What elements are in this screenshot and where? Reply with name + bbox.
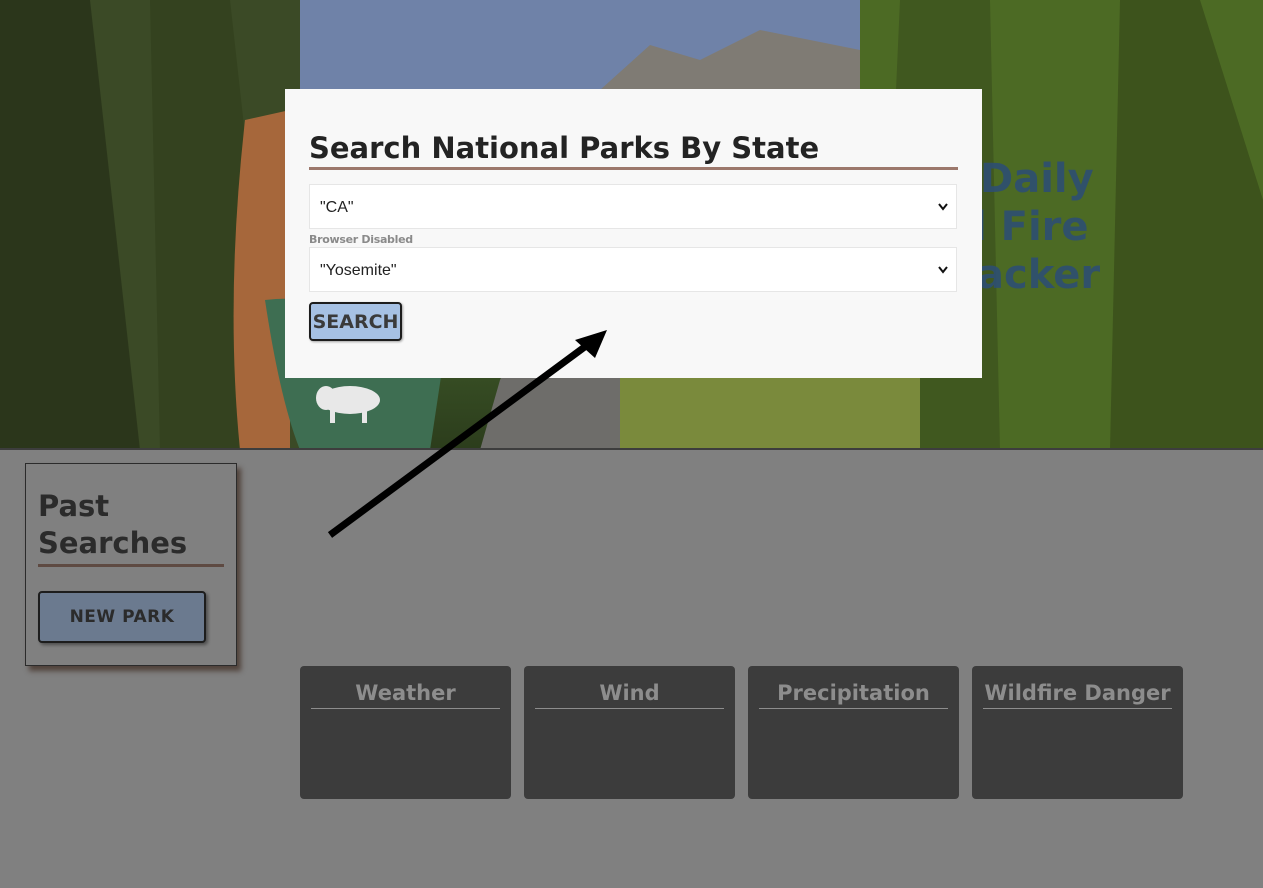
search-button[interactable]: SEARCH	[309, 302, 402, 341]
wildfire-danger-card: Wildfire Danger	[972, 666, 1183, 799]
hero-title-line: Daily	[980, 156, 1094, 202]
modal-title: Search National Parks By State	[309, 129, 958, 170]
hero-title: Daily l Fire acker	[973, 155, 1250, 299]
card-title: Wildfire Danger	[983, 680, 1172, 709]
new-park-button[interactable]: NEW PARK	[38, 591, 206, 643]
hero-title-line: l Fire	[973, 204, 1089, 250]
precipitation-card: Precipitation	[748, 666, 959, 799]
chevron-down-icon	[938, 185, 948, 249]
card-title: Wind	[535, 680, 724, 709]
park-select[interactable]: "Yosemite"	[309, 247, 957, 292]
state-select-value: "CA"	[320, 199, 354, 216]
park-select-value: "Yosemite"	[320, 262, 397, 279]
forecast-cards: Weather Wind Precipitation Wildfire Dang…	[300, 666, 1184, 799]
browser-disabled-note: Browser Disabled	[309, 233, 413, 246]
weather-card: Weather	[300, 666, 511, 799]
card-title: Precipitation	[759, 680, 948, 709]
chevron-down-icon	[938, 248, 948, 312]
search-modal: Search National Parks By State "CA" Brow…	[285, 89, 982, 378]
hero-title-line: acker	[977, 252, 1101, 298]
bison-icon	[316, 386, 380, 423]
state-select[interactable]: "CA"	[309, 184, 957, 229]
card-title: Weather	[311, 680, 500, 709]
past-searches-title: Past Searches	[38, 488, 224, 567]
wind-card: Wind	[524, 666, 735, 799]
past-searches-panel: Past Searches NEW PARK	[25, 463, 237, 666]
